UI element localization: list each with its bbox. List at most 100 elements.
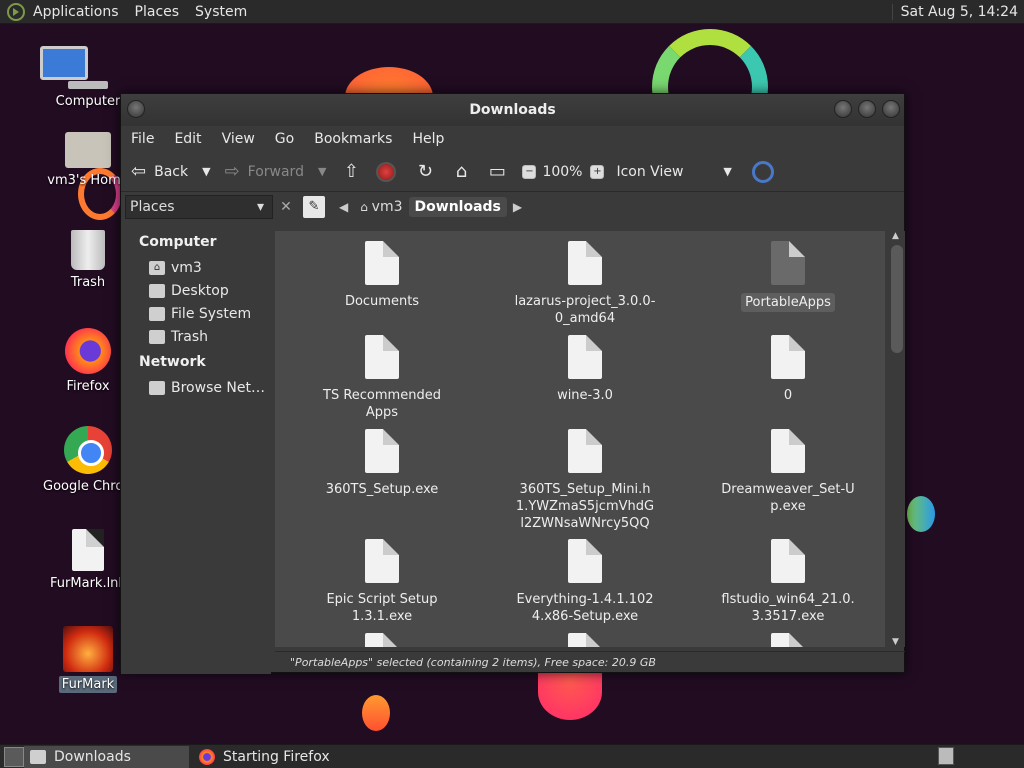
sidebar-item-browse-network[interactable]: Browse Net… xyxy=(121,376,271,399)
document-icon xyxy=(365,335,399,379)
home-icon[interactable]: ⌂ xyxy=(450,161,472,183)
file-item[interactable]: flstudio_win64_21.0.3.3517.exe xyxy=(698,539,878,625)
menu-file[interactable]: File xyxy=(131,131,154,147)
menu-logo-icon[interactable] xyxy=(7,2,25,21)
file-item[interactable]: Everything-1.4.1.1024.x86-Setup.exe xyxy=(495,539,675,625)
sidebar-pane-select[interactable]: Places xyxy=(125,195,273,219)
menu-system[interactable]: System xyxy=(195,4,247,20)
back-button[interactable]: ⇦ Back ▼ xyxy=(131,161,211,182)
menu-edit[interactable]: Edit xyxy=(174,131,201,147)
forward-history-dropdown[interactable]: ▼ xyxy=(318,165,326,178)
file-item[interactable]: lazarus-project_3.0.0-0_amd64 xyxy=(495,241,675,327)
sidebar-item-trash[interactable]: Trash xyxy=(121,325,271,348)
back-history-dropdown[interactable]: ▼ xyxy=(202,165,210,178)
minimize-button[interactable] xyxy=(834,100,852,118)
close-button[interactable] xyxy=(882,100,900,118)
document-icon xyxy=(568,335,602,379)
task-downloads[interactable]: Downloads xyxy=(24,745,189,768)
file-item-partial[interactable] xyxy=(698,633,878,647)
search-icon[interactable] xyxy=(751,160,774,183)
wallpaper-green-blue xyxy=(907,496,935,532)
breadcrumb-downloads[interactable]: Downloads xyxy=(408,197,507,217)
document-icon xyxy=(568,241,602,285)
desktop-icon-label: FurMark.lnk xyxy=(50,576,126,591)
scroll-down-icon[interactable]: ▼ xyxy=(892,637,899,647)
network-icon xyxy=(149,380,165,395)
file-icon-view[interactable]: Documents lazarus-project_3.0.0-0_amd64 … xyxy=(275,231,885,647)
firefox-icon xyxy=(199,748,215,765)
menu-places[interactable]: Places xyxy=(135,4,180,20)
file-name: Epic Script Setup 1.3.1.exe xyxy=(326,592,438,624)
edit-location-icon[interactable]: ✎ xyxy=(303,196,325,218)
maximize-button[interactable] xyxy=(858,100,876,118)
reload-icon[interactable]: ↻ xyxy=(414,161,436,183)
zoom-out-icon[interactable]: − xyxy=(522,164,537,179)
breadcrumb-right-icon[interactable]: ▶ xyxy=(513,200,522,214)
desktop-icon-label: FurMark xyxy=(58,676,118,693)
close-sidebar-icon[interactable]: ✕ xyxy=(275,196,297,218)
computer-icon[interactable]: ▭ xyxy=(486,161,508,183)
document-icon xyxy=(568,539,602,583)
menu-applications[interactable]: Applications xyxy=(33,4,119,20)
menu-view[interactable]: View xyxy=(222,131,255,147)
file-item[interactable]: TS Recommended Apps xyxy=(292,335,472,421)
file-item[interactable]: 360TS_Setup_Mini.h1.YWZmaS5jcmVhdGl2ZWNs… xyxy=(495,429,675,537)
view-mode-select[interactable]: Icon View ▼ xyxy=(616,164,731,180)
places-select-label: Places xyxy=(130,199,175,215)
back-arrow-icon: ⇦ xyxy=(131,161,147,182)
scroll-up-icon[interactable]: ▲ xyxy=(892,231,899,241)
clock[interactable]: Sat Aug 5, 14:24 xyxy=(891,4,1018,20)
window-titlebar[interactable]: Downloads xyxy=(121,94,904,126)
scrollbar-thumb[interactable] xyxy=(891,245,903,353)
menu-bookmarks[interactable]: Bookmarks xyxy=(314,131,392,147)
forward-button[interactable]: ⇨ Forward ▼ xyxy=(225,161,327,182)
breadcrumb-vm3[interactable]: ⌂ vm3 xyxy=(354,197,408,217)
file-item[interactable]: Epic Script Setup 1.3.1.exe xyxy=(292,539,472,625)
task-starting-firefox[interactable]: Starting Firefox xyxy=(193,746,336,768)
folder-icon: ⌂ xyxy=(360,200,372,214)
file-item[interactable]: Dreamweaver_Set-Up.exe xyxy=(698,429,878,515)
document-icon xyxy=(72,529,104,571)
forward-label: Forward xyxy=(247,163,304,180)
stop-icon[interactable] xyxy=(376,161,397,182)
file-name: Documents xyxy=(344,294,420,309)
sidebar-item-vm3[interactable]: ⌂ vm3 xyxy=(121,256,271,279)
file-name: Dreamweaver_Set-Up.exe xyxy=(721,482,855,514)
file-item-partial[interactable] xyxy=(292,633,472,647)
desktop-icon-label: Computer xyxy=(55,94,121,109)
window-menu-button[interactable] xyxy=(127,100,145,118)
file-name: 360TS_Setup_Mini.h1.YWZmaS5jcmVhdGl2ZWNs… xyxy=(515,482,655,531)
menu-help[interactable]: Help xyxy=(412,131,444,147)
file-item[interactable]: 0 xyxy=(698,335,878,404)
toolbar: ⇦ Back ▼ ⇨ Forward ▼ ⇧ ↻ ⌂ ▭ − 100% + Ic… xyxy=(121,152,904,192)
home-icon: ⌂ xyxy=(149,260,165,275)
show-desktop-icon[interactable] xyxy=(4,746,24,767)
file-item[interactable]: 360TS_Setup.exe xyxy=(292,429,472,498)
zoom-in-icon[interactable]: + xyxy=(590,164,605,179)
sidebar-item-file-system[interactable]: File System xyxy=(121,302,271,325)
bottom-panel: Downloads Starting Firefox xyxy=(0,744,1024,768)
file-item[interactable]: Documents xyxy=(292,241,472,310)
document-icon xyxy=(771,335,805,379)
up-icon[interactable]: ⇧ xyxy=(340,161,362,183)
firefox-icon xyxy=(65,328,111,374)
furmark-icon xyxy=(63,626,113,672)
document-icon xyxy=(771,429,805,473)
zoom-level: 100% xyxy=(542,163,583,180)
menubar: File Edit View Go Bookmarks Help xyxy=(121,126,904,152)
workspace-switcher[interactable] xyxy=(938,747,954,765)
chrome-icon xyxy=(64,426,112,474)
menu-go[interactable]: Go xyxy=(275,131,294,147)
window-title: Downloads xyxy=(469,102,556,118)
desktop-icon-label: Firefox xyxy=(66,379,110,394)
document-icon xyxy=(365,429,399,473)
document-icon xyxy=(771,539,805,583)
file-item-partial[interactable] xyxy=(495,633,675,647)
file-item[interactable]: PortableApps xyxy=(698,241,878,312)
file-name: 360TS_Setup.exe xyxy=(325,482,439,497)
sidebar-heading-computer: Computer xyxy=(139,234,217,250)
file-item[interactable]: wine-3.0 xyxy=(495,335,675,404)
breadcrumb-left-icon[interactable]: ◀ xyxy=(339,200,348,214)
vertical-scrollbar[interactable]: ▲ ▼ xyxy=(889,231,905,647)
sidebar-item-desktop[interactable]: Desktop xyxy=(121,279,271,302)
